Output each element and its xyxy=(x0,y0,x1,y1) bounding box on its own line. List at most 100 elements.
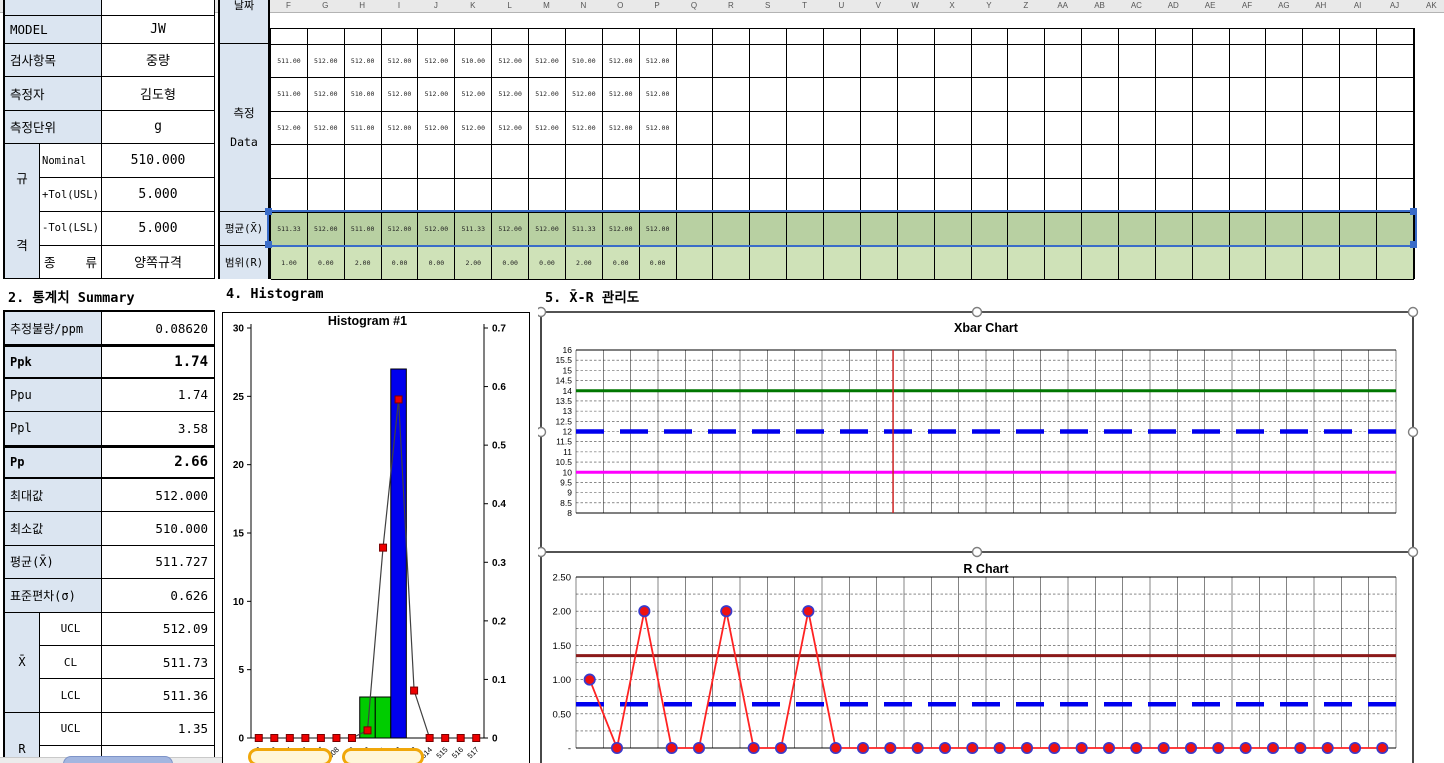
histogram-bar-511[interactable] xyxy=(374,696,392,739)
cell-stub-c12[interactable] xyxy=(713,29,751,45)
cell-stub-c13[interactable] xyxy=(750,29,788,45)
chart-selection-handle-5[interactable] xyxy=(535,546,547,558)
cell-range-row-c10[interactable]: 0.00 xyxy=(639,246,677,280)
info-value-1[interactable]: 중량 xyxy=(102,43,215,77)
cell-data-row-1-c7[interactable]: 512.00 xyxy=(529,44,566,78)
cell-data-row-5-c24[interactable] xyxy=(1155,179,1193,213)
cell-data-row-1-c22[interactable] xyxy=(1082,44,1119,78)
cell-data-row-1-c17[interactable] xyxy=(897,44,935,78)
cell-data-row-1-c29[interactable] xyxy=(1340,44,1378,78)
cell-data-row-3-c8[interactable]: 512.00 xyxy=(565,111,603,145)
cell-data-row-1-c5[interactable]: 510.00 xyxy=(455,44,493,78)
cell-range-row-c3[interactable]: 0.00 xyxy=(381,246,419,280)
cell-data-row-5-c9[interactable] xyxy=(602,179,640,213)
cell-data-row-4-c4[interactable] xyxy=(418,145,456,179)
cell-range-row-c0[interactable]: 1.00 xyxy=(271,246,308,280)
cell-data-row-2-c24[interactable] xyxy=(1155,78,1193,112)
cell-stub-c16[interactable] xyxy=(860,29,898,45)
cell-data-row-5-c12[interactable] xyxy=(713,179,751,213)
spec-label-1[interactable]: +Tol(USL) xyxy=(40,178,102,212)
cell-data-row-5-c13[interactable] xyxy=(750,179,788,213)
cell-data-row-3-c29[interactable] xyxy=(1340,111,1378,145)
info-value-2[interactable]: 김도형 xyxy=(102,77,215,111)
cell-data-row-3-c26[interactable] xyxy=(1229,111,1267,145)
cell-data-row-3-c6[interactable]: 512.00 xyxy=(492,111,530,145)
info-label-3[interactable]: 측정단위 xyxy=(5,110,102,144)
cell-data-row-5-c8[interactable] xyxy=(565,179,603,213)
cell-range-row-c29[interactable] xyxy=(1340,246,1378,280)
spec-value-3[interactable]: 양쪽규격 xyxy=(102,245,215,279)
cell-data-row-5-c4[interactable] xyxy=(418,179,456,213)
selection-handle-3[interactable] xyxy=(1409,241,1417,248)
cell-stub-c18[interactable] xyxy=(934,29,972,45)
spec-value-2[interactable]: 5.000 xyxy=(102,212,215,246)
cell-data-row-1-c25[interactable] xyxy=(1192,44,1230,78)
cell-data-row-1-c20[interactable] xyxy=(1008,44,1046,78)
cell-data-row-3-c28[interactable] xyxy=(1303,111,1341,145)
cell-data-row-1-c16[interactable] xyxy=(860,44,898,78)
chart-selection-handle-2[interactable] xyxy=(1407,306,1419,318)
cell-data-row-3-c7[interactable]: 512.00 xyxy=(529,111,566,145)
cell-data-row-5-c3[interactable] xyxy=(381,179,419,213)
cell-data-row-1-c13[interactable] xyxy=(750,44,788,78)
cell-stub-c6[interactable] xyxy=(492,29,530,45)
cell-data-row-1-c9[interactable]: 512.00 xyxy=(602,44,640,78)
cell-data-row-3-c12[interactable] xyxy=(713,111,751,145)
summary-xbar-sub-CL[interactable]: CL xyxy=(40,646,102,680)
summary-label-6[interactable]: 최소값 xyxy=(5,512,102,546)
cell-range-row-c26[interactable] xyxy=(1229,246,1267,280)
cell-range-row-c8[interactable]: 2.00 xyxy=(565,246,603,280)
cell-stub-c10[interactable] xyxy=(639,29,677,45)
histogram-bar-512[interactable] xyxy=(390,368,407,739)
summary-label-3[interactable]: Ppl xyxy=(5,412,102,446)
cell-data-row-2-c15[interactable] xyxy=(824,78,861,112)
cell-data-row-1-c18[interactable] xyxy=(934,44,972,78)
cell-stub-c2[interactable] xyxy=(344,29,382,45)
cell-data-row-3-c15[interactable] xyxy=(824,111,861,145)
selection-handle-1[interactable] xyxy=(1409,208,1417,215)
cell-data-row-3-c10[interactable]: 512.00 xyxy=(639,111,677,145)
cell-data-row-5-c19[interactable] xyxy=(971,179,1009,213)
summary-value-8[interactable]: 0.626 xyxy=(102,579,215,613)
summary-value-2[interactable]: 1.74 xyxy=(102,378,215,413)
cell-data-row-4-c18[interactable] xyxy=(934,145,972,179)
cell-range-row-c25[interactable] xyxy=(1192,246,1230,280)
summary-value-0[interactable]: 0.08620 xyxy=(102,312,215,346)
cell-data-row-4-c19[interactable] xyxy=(971,145,1009,179)
cell-stub-c21[interactable] xyxy=(1045,29,1083,45)
cell-data-row-5-c2[interactable] xyxy=(344,179,382,213)
cell-data-row-4-c27[interactable] xyxy=(1266,145,1304,179)
cell-range-row-c15[interactable] xyxy=(824,246,861,280)
xr-control-charts[interactable]: Xbar Chart 8 8.5 9 9.5 10 10.5 11 11.5 12 12.5 13 13… xyxy=(535,306,1420,763)
cell-range-row-c27[interactable] xyxy=(1266,246,1304,280)
cell-data-row-2-c28[interactable] xyxy=(1303,78,1341,112)
cell-data-row-4-c0[interactable] xyxy=(271,145,308,179)
cell-range-row-c4[interactable]: 0.00 xyxy=(418,246,456,280)
cell-stub-c3[interactable] xyxy=(381,29,419,45)
cell-data-row-1-c0[interactable]: 511.00 xyxy=(271,44,308,78)
cell-data-row-1-c3[interactable]: 512.00 xyxy=(381,44,419,78)
cell-data-row-4-c13[interactable] xyxy=(750,145,788,179)
cell-range-row-c9[interactable]: 0.00 xyxy=(602,246,640,280)
selection-handle-2[interactable] xyxy=(264,241,272,248)
cell-data-row-4-c24[interactable] xyxy=(1155,145,1193,179)
cell-data-row-5-c1[interactable] xyxy=(307,179,345,213)
cell-data-row-5-c20[interactable] xyxy=(1008,179,1046,213)
cell-data-row-4-c16[interactable] xyxy=(860,145,898,179)
cell-range-row-c2[interactable]: 2.00 xyxy=(344,246,382,280)
cell-range-row-c14[interactable] xyxy=(787,246,825,280)
cell-data-row-3-c11[interactable] xyxy=(676,111,714,145)
cell-data-row-2-c29[interactable] xyxy=(1340,78,1378,112)
cell-range-row-c23[interactable] xyxy=(1119,246,1156,280)
summary-value-4[interactable]: 2.66 xyxy=(102,445,215,479)
chart-selection-handle-3[interactable] xyxy=(535,426,547,438)
cell-data-row-5-c23[interactable] xyxy=(1119,179,1156,213)
cell-data-row-1-c26[interactable] xyxy=(1229,44,1267,78)
cell-data-row-2-c16[interactable] xyxy=(860,78,898,112)
cell-data-row-4-c2[interactable] xyxy=(344,145,382,179)
cell-data-row-4-c10[interactable] xyxy=(639,145,677,179)
summary-value-5[interactable]: 512.000 xyxy=(102,479,215,513)
cell-data-row-1-c2[interactable]: 512.00 xyxy=(344,44,382,78)
cell-data-row-1-c23[interactable] xyxy=(1119,44,1156,78)
cell-data-row-4-c14[interactable] xyxy=(787,145,825,179)
